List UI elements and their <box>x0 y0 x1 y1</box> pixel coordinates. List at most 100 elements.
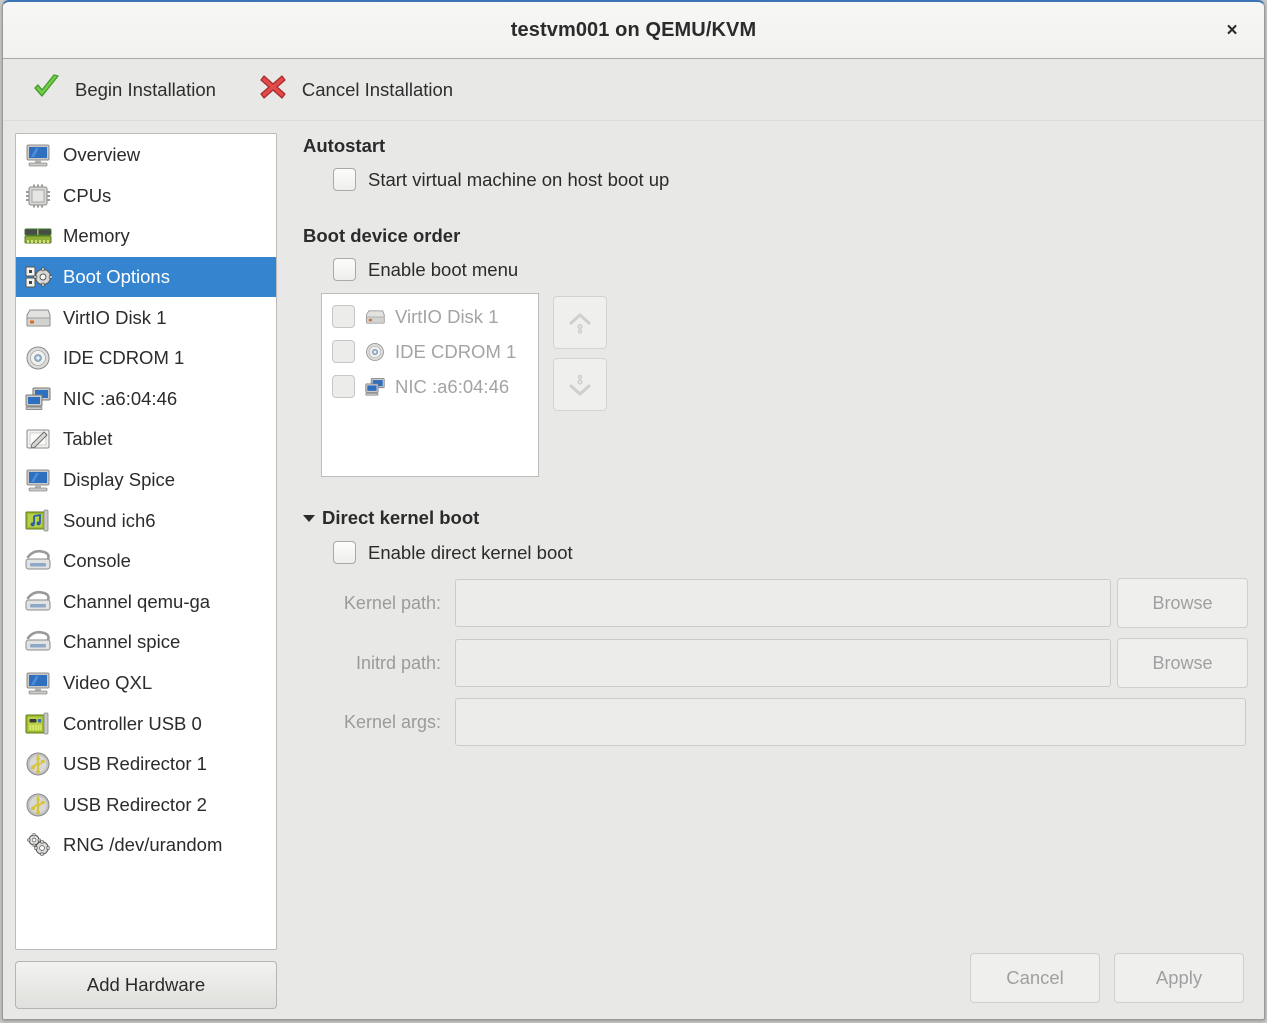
boot-device-label: IDE CDROM 1 <box>395 340 517 362</box>
kernel-field-row: Kernel args: <box>303 698 1248 746</box>
sidebar-item-channel-qemu-ga[interactable]: Channel qemu-ga <box>16 582 276 623</box>
chevron-down-icon <box>303 514 315 522</box>
boot-device-row[interactable]: IDE CDROM 1 <box>322 334 538 369</box>
sidebar-item-controller-usb-0[interactable]: Controller USB 0 <box>16 703 276 744</box>
sidebar-item-console[interactable]: Console <box>16 541 276 582</box>
sidebar-item-memory[interactable]: Memory <box>16 216 276 257</box>
move-up-button[interactable] <box>553 296 607 349</box>
sidebar-item-label: IDE CDROM 1 <box>63 347 185 369</box>
sidebar-item-label: Tablet <box>63 428 113 450</box>
boot-device-checkbox[interactable] <box>332 305 355 328</box>
sidebar-item-virtio-disk-1[interactable]: VirtIO Disk 1 <box>16 297 276 338</box>
cdrom-disc-icon <box>26 346 50 370</box>
enable-direct-kernel-boot-label: Enable direct kernel boot <box>368 541 573 563</box>
sidebar-item-channel-spice[interactable]: Channel spice <box>16 622 276 663</box>
tablet-pen-icon <box>26 429 50 449</box>
cdrom-disc-icon <box>364 342 386 362</box>
boot-device-list[interactable]: VirtIO Disk 1 IDE CDROM 1 NIC :a6:04:46 <box>321 293 539 477</box>
sidebar-item-ide-cdrom-1[interactable]: IDE CDROM 1 <box>16 338 276 379</box>
sidebar-item-nic-a6-04-46[interactable]: NIC :a6:04:46 <box>16 379 276 420</box>
console-plug-icon <box>24 548 52 574</box>
boot-device-row[interactable]: NIC :a6:04:46 <box>322 369 538 404</box>
memory-ram-icon <box>24 223 52 249</box>
sidebar-item-label: Console <box>63 550 131 572</box>
begin-installation-button[interactable]: Begin Installation <box>25 69 222 110</box>
boot-options-panel: Autostart Start virtual machine on host … <box>291 133 1250 1009</box>
enable-boot-menu-checkbox[interactable] <box>333 258 356 281</box>
sidebar-item-video-qxl[interactable]: Video QXL <box>16 663 276 704</box>
sidebar-item-label: Controller USB 0 <box>63 712 202 734</box>
hard-disk-icon <box>24 305 52 331</box>
cancel-installation-button[interactable]: Cancel Installation <box>252 69 459 110</box>
toolbar: Begin Installation Cancel Installation <box>3 59 1264 121</box>
monitor-icon <box>26 672 50 695</box>
cpu-chip-icon <box>26 184 50 208</box>
kernel-field-label: Initrd path: <box>355 652 441 673</box>
enable-boot-menu-label: Enable boot menu <box>368 258 519 280</box>
console-plug-icon <box>24 629 52 655</box>
cdrom-disc-icon <box>366 342 384 361</box>
monitor-icon <box>26 144 50 167</box>
device-list[interactable]: Overview CPUs Memory Boot Options VirtIO Dis… <box>15 133 277 950</box>
kernel-path-browse-button[interactable]: Browse <box>1117 578 1248 628</box>
apply-button[interactable]: Apply <box>1114 953 1244 1003</box>
boot-device-checkbox[interactable] <box>332 375 355 398</box>
sidebar-item-overview[interactable]: Overview <box>16 135 276 176</box>
autostart-checkbox[interactable] <box>333 168 356 191</box>
memory-ram-icon <box>24 228 52 244</box>
title-bar: testvm001 on QEMU/KVM × <box>3 2 1264 59</box>
sidebar-item-label: Boot Options <box>63 266 170 288</box>
close-icon[interactable]: × <box>1218 16 1246 44</box>
tablet-pen-icon <box>24 426 52 452</box>
rng-gears-icon <box>27 833 50 857</box>
hard-disk-icon <box>26 309 51 327</box>
sidebar-item-cpus[interactable]: CPUs <box>16 176 276 217</box>
boot-device-label: NIC :a6:04:46 <box>395 375 510 397</box>
move-down-button[interactable] <box>553 358 607 411</box>
network-card-icon <box>364 377 386 397</box>
add-hardware-button[interactable]: Add Hardware <box>15 961 277 1009</box>
double-chevron-down-icon <box>569 374 591 395</box>
sidebar-item-tablet[interactable]: Tablet <box>16 419 276 460</box>
sidebar-item-usb-redirector-1[interactable]: USB Redirector 1 <box>16 744 276 785</box>
enable-boot-menu-row[interactable]: Enable boot menu <box>333 258 1248 281</box>
kernel-field-label: Kernel args: <box>343 711 441 732</box>
kernel-boot-form: Kernel path: Browse Initrd path: Browse Kern… <box>303 578 1248 746</box>
sidebar-item-boot-options[interactable]: Boot Options <box>16 256 276 298</box>
boot-order-arrows <box>553 293 607 477</box>
usb-icon <box>24 751 52 777</box>
double-chevron-up-icon <box>569 313 591 334</box>
autostart-label: Start virtual machine on host boot up <box>368 168 670 190</box>
hard-disk-icon <box>364 307 386 327</box>
begin-installation-label: Begin Installation <box>75 78 216 100</box>
console-plug-icon <box>25 631 51 651</box>
sidebar-item-label: Video QXL <box>63 672 153 694</box>
kernel-args-input[interactable] <box>455 698 1246 746</box>
hard-disk-icon <box>366 309 385 324</box>
kernel-path-input[interactable] <box>455 579 1111 627</box>
window-title: testvm001 on QEMU/KVM <box>510 18 757 41</box>
boot-device-row[interactable]: VirtIO Disk 1 <box>322 299 538 334</box>
sidebar-item-label: VirtIO Disk 1 <box>63 306 167 328</box>
sidebar-item-sound-ich6[interactable]: Sound ich6 <box>16 500 276 541</box>
sidebar-item-display-spice[interactable]: Display Spice <box>16 460 276 501</box>
cancel-button[interactable]: Cancel <box>970 953 1100 1003</box>
controller-card-icon <box>25 712 49 735</box>
sidebar-item-label: Overview <box>63 144 141 166</box>
initrd-path-browse-button[interactable]: Browse <box>1117 638 1248 688</box>
sidebar-item-usb-redirector-2[interactable]: USB Redirector 2 <box>16 785 276 826</box>
enable-direct-kernel-boot-row[interactable]: Enable direct kernel boot <box>333 541 1248 564</box>
boot-device-checkbox[interactable] <box>332 340 355 363</box>
controller-card-icon <box>24 711 52 737</box>
monitor-icon <box>26 469 50 492</box>
network-card-icon <box>365 377 385 395</box>
enable-direct-kernel-boot-checkbox[interactable] <box>333 541 356 564</box>
network-card-icon <box>25 387 51 410</box>
sidebar-item-label: NIC :a6:04:46 <box>63 387 178 409</box>
autostart-checkbox-row[interactable]: Start virtual machine on host boot up <box>333 168 1248 191</box>
direct-kernel-boot-expander[interactable]: Direct kernel boot <box>303 507 1248 529</box>
dialog-footer-buttons: Cancel Apply <box>970 953 1244 1003</box>
initrd-path-input[interactable] <box>455 639 1111 687</box>
sidebar-item-rng-dev-urandom[interactable]: RNG /dev/urandom <box>16 825 276 866</box>
sidebar-item-label: Channel qemu-ga <box>63 590 211 612</box>
